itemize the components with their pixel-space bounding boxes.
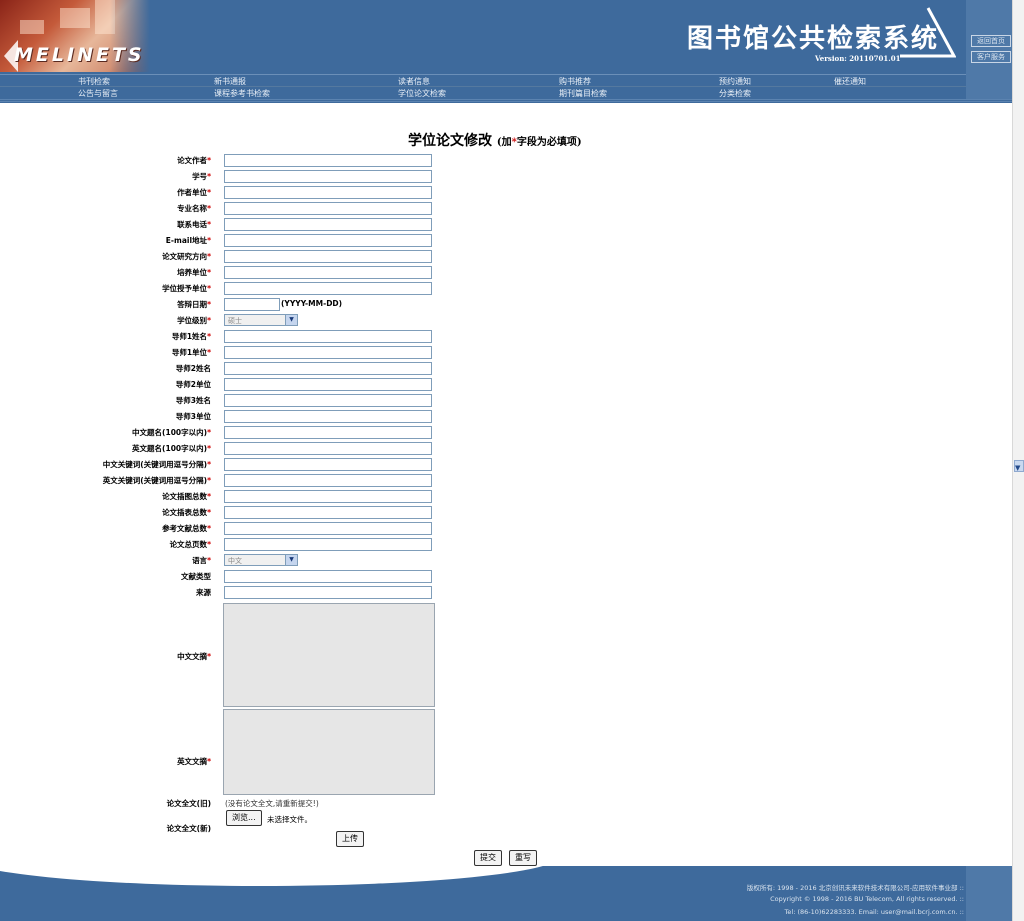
home-link-button[interactable]: 返回首页 bbox=[971, 35, 1011, 47]
customer-service-button[interactable]: 客户服务 bbox=[971, 51, 1011, 63]
field-select[interactable]: 硕士 ▼ bbox=[224, 314, 298, 326]
abstract-cn-textarea[interactable] bbox=[223, 603, 435, 707]
field-input[interactable] bbox=[224, 586, 432, 599]
field-label: 导师1单位* bbox=[171, 348, 211, 357]
nav-announcements[interactable]: 公告与留言 bbox=[78, 88, 118, 99]
form-title: 学位论文修改 (加*字段为必填项) bbox=[408, 130, 582, 150]
footer-contact: Tel: (86-10)62283333. Email: user@mail.b… bbox=[784, 908, 964, 916]
field-input[interactable] bbox=[224, 330, 432, 343]
field-label: 中文题名(100字以内)* bbox=[132, 428, 211, 437]
form-title-text: 学位论文修改 bbox=[408, 133, 492, 149]
upload-button[interactable]: 上传 bbox=[336, 831, 364, 847]
field-label: 作者单位* bbox=[177, 188, 211, 197]
field-label: 导师1姓名* bbox=[171, 332, 211, 341]
field-input[interactable] bbox=[224, 458, 432, 471]
field-select[interactable]: 中文 ▼ bbox=[224, 554, 298, 566]
fulltext-old-label: 论文全文(旧) bbox=[166, 799, 211, 808]
field-label: 文献类型 bbox=[181, 572, 211, 581]
field-input[interactable] bbox=[224, 202, 432, 215]
nav-course-reference[interactable]: 课程参考书检索 bbox=[214, 88, 270, 99]
field-label: 联系电话* bbox=[177, 220, 211, 229]
field-input[interactable] bbox=[224, 234, 432, 247]
melinets-logo: MELINETS bbox=[14, 44, 145, 66]
field-input[interactable] bbox=[224, 154, 432, 167]
field-input[interactable] bbox=[224, 426, 432, 439]
field-label: 导师3姓名 bbox=[175, 396, 211, 405]
field-input[interactable] bbox=[224, 282, 432, 295]
nav-thesis-search[interactable]: 学位论文检索 bbox=[398, 88, 446, 99]
field-label: 论文插图总数* bbox=[162, 492, 211, 501]
field-label: 论文研究方向* bbox=[162, 252, 211, 261]
abstract-en-label: 英文文摘* bbox=[177, 757, 211, 766]
field-label: 来源 bbox=[196, 588, 211, 597]
field-label: 参考文献总数* bbox=[162, 524, 211, 533]
form-hint: (加*字段为必填项) bbox=[496, 137, 582, 148]
field-input[interactable] bbox=[224, 266, 432, 279]
date-format-hint: (YYYY-MM-DD) bbox=[281, 299, 343, 308]
chevron-down-icon[interactable]: ▼ bbox=[285, 315, 297, 325]
field-label: 专业名称* bbox=[177, 204, 211, 213]
submit-button[interactable]: 提交 bbox=[474, 850, 502, 866]
field-input[interactable] bbox=[224, 378, 432, 391]
field-input[interactable] bbox=[224, 442, 432, 455]
no-file-text: 未选择文件。 bbox=[267, 815, 312, 824]
field-input[interactable] bbox=[224, 186, 432, 199]
field-label: 英文题名(100字以内)* bbox=[132, 444, 211, 453]
nav-journal-search[interactable]: 期刊篇目检索 bbox=[559, 88, 607, 99]
field-label: 学号* bbox=[192, 172, 211, 181]
fulltext-old-note: (没有论文全文,请重新提交!) bbox=[225, 799, 319, 808]
abstract-en-textarea[interactable] bbox=[223, 709, 435, 795]
side-links-panel: 返回首页 客户服务 bbox=[966, 0, 1012, 103]
field-input[interactable] bbox=[224, 410, 432, 423]
nav-stripes bbox=[0, 99, 1012, 103]
field-input[interactable] bbox=[224, 298, 280, 311]
field-input[interactable] bbox=[224, 570, 432, 583]
field-input[interactable] bbox=[224, 170, 432, 183]
field-input[interactable] bbox=[224, 506, 432, 519]
field-label: 论文插表总数* bbox=[162, 508, 211, 517]
reset-button[interactable]: 重写 bbox=[509, 850, 537, 866]
nav-classification-search[interactable]: 分类检索 bbox=[719, 88, 751, 99]
footer-copyright-en: Copyright © 1998 - 2016 BU Telecom, All … bbox=[770, 895, 964, 903]
field-label: 导师2姓名 bbox=[175, 364, 211, 373]
field-input[interactable] bbox=[224, 538, 432, 551]
field-label: 答辩日期* bbox=[177, 300, 211, 309]
chevron-down-icon[interactable]: ▼ bbox=[1015, 464, 1020, 472]
vertical-scrollbar[interactable]: ▼ bbox=[1012, 0, 1024, 921]
field-input[interactable] bbox=[224, 362, 432, 375]
chevron-down-icon[interactable]: ▼ bbox=[285, 555, 297, 565]
title-arrow-icon bbox=[900, 7, 956, 58]
header-banner: MELINETS 图书馆公共检索系统 Version: 20110701.01 bbox=[0, 0, 1012, 72]
field-input[interactable] bbox=[224, 250, 432, 263]
field-label: E-mail地址* bbox=[165, 236, 211, 245]
page: MELINETS 图书馆公共检索系统 Version: 20110701.01 … bbox=[0, 0, 1012, 921]
footer-copyright-cn: 版权所有: 1998 - 2016 北京创讯未来软件技术有限公司-应用软件事业部… bbox=[746, 884, 964, 892]
field-input[interactable] bbox=[224, 346, 432, 359]
abstract-cn-label: 中文文摘* bbox=[177, 652, 211, 661]
field-label: 学位级别* bbox=[177, 316, 211, 325]
field-label: 导师2单位 bbox=[175, 380, 211, 389]
fulltext-new-label: 论文全文(新) bbox=[166, 824, 211, 833]
field-label: 导师3单位 bbox=[175, 412, 211, 421]
field-label: 语言* bbox=[192, 556, 211, 565]
field-input[interactable] bbox=[224, 218, 432, 231]
field-label: 论文总页数* bbox=[169, 540, 211, 549]
field-input[interactable] bbox=[224, 490, 432, 503]
field-input[interactable] bbox=[224, 474, 432, 487]
browse-button[interactable]: 浏览... bbox=[226, 810, 262, 826]
footer: 版权所有: 1998 - 2016 北京创讯未来软件技术有限公司-应用软件事业部… bbox=[0, 866, 1012, 921]
field-label: 培养单位* bbox=[177, 268, 211, 277]
field-label: 论文作者* bbox=[177, 156, 211, 165]
field-label: 学位授予单位* bbox=[162, 284, 211, 293]
field-label: 英文关键词(关键词用逗号分隔)* bbox=[102, 476, 211, 485]
version-label: Version: 20110701.01 bbox=[815, 54, 901, 63]
field-label: 中文关键词(关键词用逗号分隔)* bbox=[102, 460, 211, 469]
field-input[interactable] bbox=[224, 522, 432, 535]
field-input[interactable] bbox=[224, 394, 432, 407]
